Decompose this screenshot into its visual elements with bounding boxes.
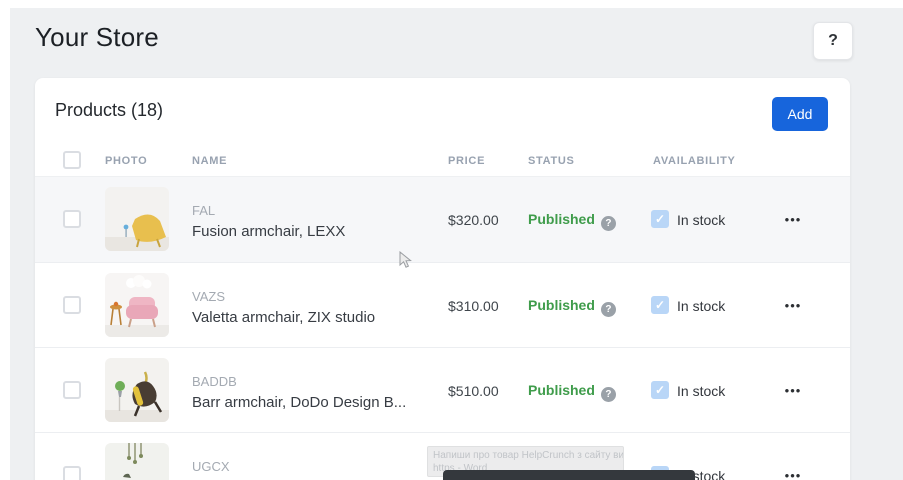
product-price: $310.00 — [448, 298, 499, 314]
in-stock-label: In stock — [677, 212, 725, 228]
row-menu-button[interactable]: ••• — [775, 289, 811, 321]
product-price: $320.00 — [448, 212, 499, 228]
status-badge: Published? — [528, 382, 616, 402]
mouse-cursor — [399, 251, 413, 274]
yellow-armchair-photo — [105, 187, 169, 251]
product-name: Valetta armchair, ZIX studio — [192, 309, 375, 326]
dark-armchair-photo — [105, 358, 169, 422]
in-stock-label: In stock — [677, 298, 725, 314]
tooltip-line-1: Напиши про товар HelpCrunch з сайту виро… — [433, 449, 618, 462]
column-header-status: STATUS — [528, 145, 575, 177]
row-select-checkbox[interactable] — [63, 381, 81, 399]
pink-armchair-photo — [105, 273, 169, 337]
status-help-icon[interactable]: ? — [601, 216, 616, 231]
status-help-icon[interactable]: ? — [601, 302, 616, 317]
green-chair-photo — [105, 443, 169, 480]
products-count-title: Products (18) — [55, 100, 163, 121]
column-header-availability: AVAILABILITY — [653, 145, 736, 177]
status-badge: Published? — [528, 297, 616, 317]
product-price: $510.00 — [448, 383, 499, 399]
product-sku: UGCX — [192, 459, 230, 474]
in-stock-checkbox[interactable]: ✓ — [651, 381, 669, 399]
product-name: Barr armchair, DoDo Design B... — [192, 394, 406, 411]
products-card: Products (18) Add PHOTO NAME PRICE STATU… — [35, 78, 850, 480]
in-stock-checkbox[interactable]: ✓ — [651, 210, 669, 228]
dark-overlay-bar — [443, 470, 695, 480]
column-header-name: NAME — [192, 145, 227, 177]
product-sku: VAZS — [192, 289, 225, 304]
row-menu-button[interactable]: ••• — [775, 203, 811, 235]
product-sku: FAL — [192, 203, 215, 218]
in-stock-checkbox[interactable]: ✓ — [651, 296, 669, 314]
table-row: FAL Fusion armchair, LEXX $320.00 Publis… — [35, 177, 850, 262]
page-title: Your Store — [35, 22, 159, 53]
row-menu-button[interactable]: ••• — [775, 374, 811, 406]
status-badge: Published? — [528, 211, 616, 231]
table-header-row: PHOTO NAME PRICE STATUS AVAILABILITY — [35, 145, 850, 177]
product-sku: BADDB — [192, 374, 237, 389]
product-name: Fusion armchair, LEXX — [192, 223, 345, 240]
column-header-price: PRICE — [448, 145, 485, 177]
column-header-photo: PHOTO — [105, 145, 147, 177]
row-select-checkbox[interactable] — [63, 296, 81, 314]
app-window: Your Store ? Products (18) Add PHOTO NAM… — [0, 0, 903, 480]
table-row: BADDB Barr armchair, DoDo Design B... $5… — [35, 347, 850, 432]
row-select-checkbox[interactable] — [63, 466, 81, 480]
status-help-icon[interactable]: ? — [601, 387, 616, 402]
help-button[interactable]: ? — [813, 22, 853, 60]
store-page-background: Your Store ? Products (18) Add PHOTO NAM… — [10, 8, 903, 480]
table-row: VAZS Valetta armchair, ZIX studio $310.0… — [35, 262, 850, 347]
add-product-button[interactable]: Add — [772, 97, 828, 131]
row-menu-button[interactable]: ••• — [775, 459, 811, 480]
select-all-checkbox[interactable] — [63, 151, 81, 169]
in-stock-label: In stock — [677, 383, 725, 399]
row-select-checkbox[interactable] — [63, 210, 81, 228]
